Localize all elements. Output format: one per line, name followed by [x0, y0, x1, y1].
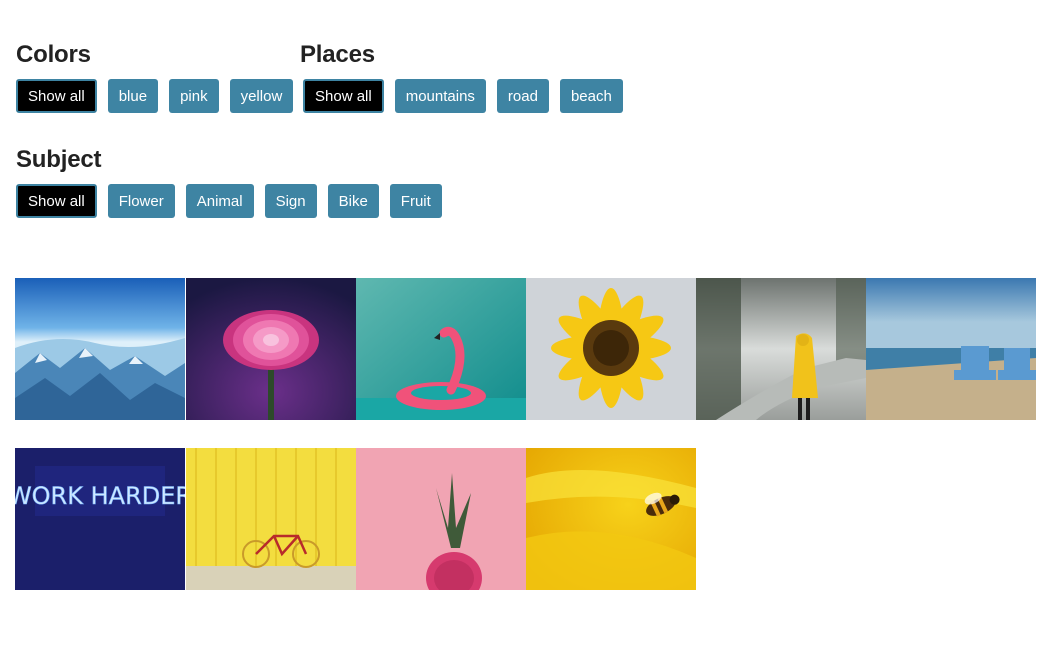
color-pink-button[interactable]: pink	[169, 79, 219, 113]
places-show-all-button[interactable]: Show all	[303, 79, 384, 113]
gallery-image-yellow-bike	[186, 448, 356, 590]
places-heading: Places	[300, 41, 375, 68]
color-yellow-button[interactable]: yellow	[229, 79, 294, 113]
subject-show-all-button[interactable]: Show all	[16, 184, 97, 218]
subject-animal-button[interactable]: Animal	[185, 184, 254, 218]
place-mountains-button[interactable]: mountains	[394, 79, 486, 113]
colors-heading: Colors	[16, 41, 91, 68]
gallery-image-flamingo	[356, 278, 526, 420]
subject-heading: Subject	[16, 146, 102, 173]
gallery-image-mountains	[15, 278, 185, 420]
gallery-image-sunflower	[526, 278, 696, 420]
subject-button-row: Show all Flower Animal Sign Bike Fruit	[16, 184, 453, 218]
colors-filter-group: Colors Show all blue pink yellow	[16, 41, 304, 113]
gallery-image-yellow-raincoat	[696, 278, 866, 420]
places-filter-group: Places Show all mountains road beach	[300, 41, 634, 113]
gallery-image-pineapple	[356, 448, 526, 590]
subject-fruit-button[interactable]: Fruit	[389, 184, 442, 218]
place-beach-button[interactable]: beach	[559, 79, 623, 113]
neon-sign-text: WORK HARDER	[15, 482, 185, 510]
subject-filter-group: Subject Show all Flower Animal Sign Bike…	[16, 146, 453, 218]
colors-show-all-button[interactable]: Show all	[16, 79, 97, 113]
subject-flower-button[interactable]: Flower	[107, 184, 175, 218]
subject-bike-button[interactable]: Bike	[327, 184, 379, 218]
place-road-button[interactable]: road	[496, 79, 549, 113]
gallery-image-beach-chairs	[866, 278, 1036, 420]
gallery-image-neon-sign: WORK HARDER	[15, 448, 185, 590]
colors-button-row: Show all blue pink yellow	[16, 79, 304, 113]
subject-sign-button[interactable]: Sign	[264, 184, 317, 218]
gallery-image-pink-flower	[186, 278, 356, 420]
gallery-image-bee	[526, 448, 696, 590]
places-button-row: Show all mountains road beach	[300, 79, 634, 113]
color-blue-button[interactable]: blue	[107, 79, 159, 113]
